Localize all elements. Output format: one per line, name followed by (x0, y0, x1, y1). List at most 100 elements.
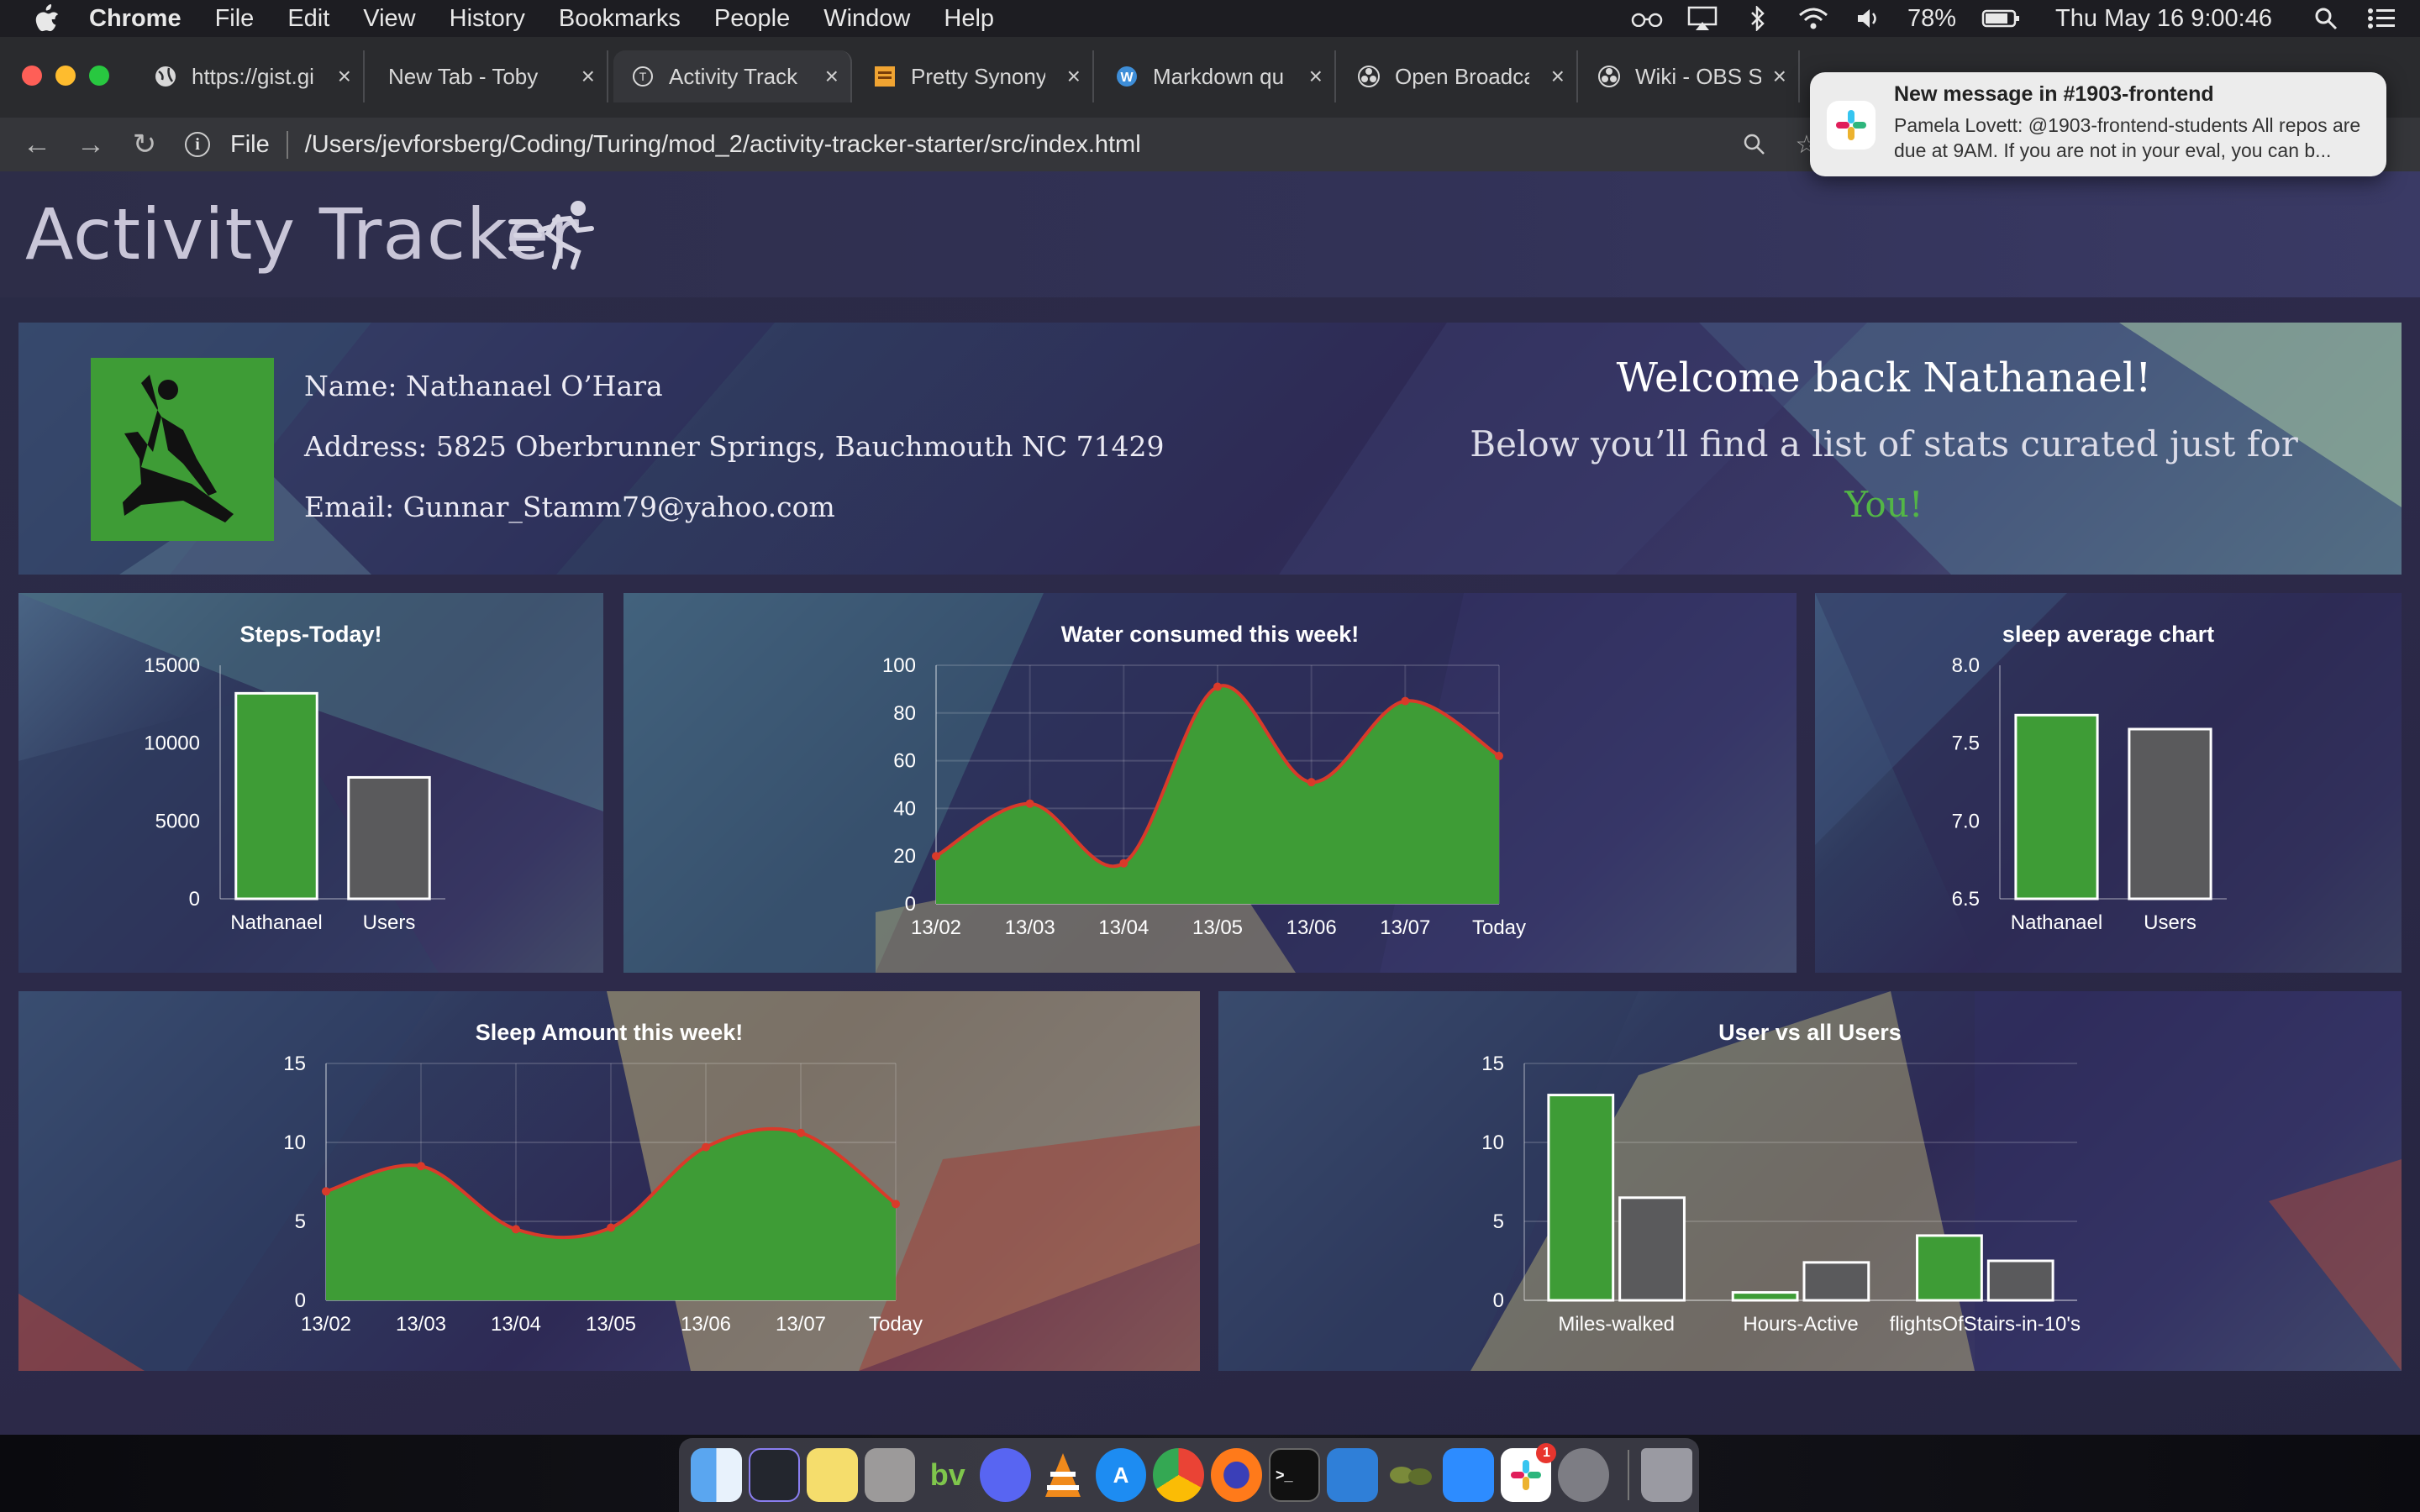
tab-close-icon[interactable]: × (338, 63, 351, 90)
profile-panel: Name: Nathanael O’Hara Address: 5825 Obe… (18, 323, 2402, 575)
tab-activity-tracker[interactable]: T Activity Track × (613, 50, 852, 102)
info-icon[interactable]: i (185, 132, 210, 157)
tab-wiki-obs[interactable]: Wiki - OBS St × (1580, 50, 1800, 102)
avatar (91, 358, 274, 541)
x-tick-label: 13/06 (681, 1313, 731, 1336)
x-tick-label: 13/07 (776, 1313, 826, 1336)
tab-close-icon[interactable]: × (825, 63, 839, 90)
app-store-icon[interactable]: A (1095, 1448, 1147, 1502)
menu-help[interactable]: Help (944, 5, 994, 33)
finder-icon[interactable] (691, 1448, 742, 1502)
system-preferences-icon[interactable] (1558, 1448, 1610, 1502)
bookmark-icon (872, 64, 897, 89)
tab-close-icon[interactable]: × (581, 63, 595, 90)
tab-close-icon[interactable]: × (1309, 63, 1323, 90)
menu-bookmarks[interactable]: Bookmarks (559, 5, 681, 33)
data-point (512, 1225, 520, 1234)
tab-open-broadcaster[interactable]: Open Broadca × (1339, 50, 1578, 102)
vlc-icon[interactable] (1038, 1448, 1089, 1502)
screenshot-icon[interactable] (748, 1448, 800, 1502)
url-bar[interactable]: i File /Users/jevforsberg/Coding/Turing/… (185, 123, 1865, 166)
x-tick-label: 13/04 (1098, 916, 1149, 939)
sleep-week-chart-panel: Sleep Amount this week! 0 5 10 15 13/02 13/03… (18, 991, 1200, 1371)
y-tick-label: 5 (1493, 1210, 1504, 1233)
x-tick-label: Users (2144, 911, 2196, 934)
zoom-icon[interactable] (1738, 128, 1771, 161)
back-arrow-icon[interactable]: ← (20, 128, 54, 161)
vscode-icon[interactable] (1327, 1448, 1379, 1502)
data-point (932, 852, 940, 861)
bar (1731, 1291, 1799, 1302)
airplay-icon[interactable] (1686, 6, 1719, 31)
tab-title: Open Broadca (1395, 63, 1529, 89)
window-minimize-button[interactable] (55, 66, 76, 86)
y-tick-label: 0 (189, 888, 200, 911)
clock[interactable]: Thu May 16 9:00:46 (2055, 5, 2272, 33)
volume-icon[interactable] (1852, 6, 1886, 31)
battery-icon[interactable] (1981, 6, 2022, 31)
turing-icon: T (630, 64, 655, 89)
bar (2128, 727, 2212, 900)
y-tick-label: 15 (1481, 1053, 1504, 1075)
water-area-chart: 0 20 40 60 80 100 13/02 13/03 13/04 13/05 13/06 13/… (882, 654, 1526, 939)
discord-icon[interactable] (980, 1448, 1031, 1502)
y-tick-label: 15 (283, 1053, 306, 1075)
x-tick-label: 13/02 (911, 916, 961, 939)
slack-notification[interactable]: New message in #1903-frontend Pamela Lov… (1810, 72, 2386, 176)
frogs-icon[interactable] (1385, 1448, 1436, 1502)
svg-text:T: T (639, 70, 647, 83)
trash-icon[interactable] (1641, 1448, 1692, 1502)
x-tick-label: 13/02 (301, 1313, 351, 1336)
page-header: Activity Tracker (0, 171, 2420, 297)
tab-markdown[interactable]: W Markdown qu × (1097, 50, 1336, 102)
x-tick-label: 13/04 (491, 1313, 541, 1336)
tab-close-icon[interactable]: × (1773, 63, 1786, 90)
chrome-icon[interactable] (1153, 1448, 1205, 1502)
apple-logo-icon[interactable] (34, 4, 60, 33)
window-close-button[interactable] (22, 66, 42, 86)
tab-gist[interactable]: https://gist.gi × (136, 50, 365, 102)
firefox-icon[interactable] (1211, 1448, 1263, 1502)
spotlight-search-icon[interactable] (2309, 6, 2343, 31)
url-text[interactable]: /Users/jevforsberg/Coding/Turing/mod_2/a… (305, 131, 1141, 159)
x-tick-label: Nathanael (2011, 911, 2102, 934)
bluetooth-icon[interactable] (1741, 6, 1775, 31)
script-editor-icon[interactable] (864, 1448, 916, 1502)
menu-edit[interactable]: Edit (287, 5, 329, 33)
glasses-icon[interactable] (1630, 6, 1664, 31)
terminal-icon[interactable]: >_ (1269, 1448, 1321, 1502)
stickies-icon[interactable] (806, 1448, 858, 1502)
tab-close-icon[interactable]: × (1067, 63, 1081, 90)
menu-view[interactable]: View (363, 5, 415, 33)
wifi-icon[interactable] (1797, 6, 1830, 31)
welcome-highlight: You! (1844, 484, 1923, 525)
menu-app-name[interactable]: Chrome (89, 5, 182, 33)
menu-file[interactable]: File (215, 5, 255, 33)
tab-title: Pretty Synony (911, 63, 1045, 89)
bv-icon[interactable]: bv (922, 1448, 973, 1502)
tab-new-tab-toby[interactable]: New Tab - Toby × (371, 50, 608, 102)
data-point (322, 1187, 330, 1196)
notification-center-icon[interactable] (2365, 6, 2398, 31)
y-tick-label: 20 (893, 845, 916, 868)
macos-menubar: Chrome File Edit View History Bookmarks … (0, 0, 2420, 37)
y-tick-label: 5000 (155, 810, 200, 832)
tab-title: Activity Track (669, 63, 798, 89)
bar (1916, 1234, 1983, 1302)
obs-icon (1356, 64, 1381, 89)
menu-people[interactable]: People (714, 5, 790, 33)
slack-dock-icon[interactable]: 1 (1500, 1443, 1557, 1502)
menu-window[interactable]: Window (823, 5, 910, 33)
bar (1618, 1196, 1686, 1302)
tab-pretty-synonyms[interactable]: Pretty Synony × (855, 50, 1094, 102)
forward-arrow-icon[interactable]: → (74, 128, 108, 161)
x-tick-label: 13/05 (586, 1313, 636, 1336)
zoom-icon[interactable] (1442, 1448, 1494, 1502)
menu-history[interactable]: History (450, 5, 525, 33)
tab-close-icon[interactable]: × (1551, 63, 1565, 90)
window-zoom-button[interactable] (89, 66, 109, 86)
y-tick-label: 0 (905, 893, 916, 916)
svg-text:W: W (1120, 71, 1134, 85)
water-chart-panel: Water consumed this week! 0 20 40 60 80 100 13… (623, 593, 1797, 973)
reload-icon[interactable]: ↻ (128, 128, 161, 161)
